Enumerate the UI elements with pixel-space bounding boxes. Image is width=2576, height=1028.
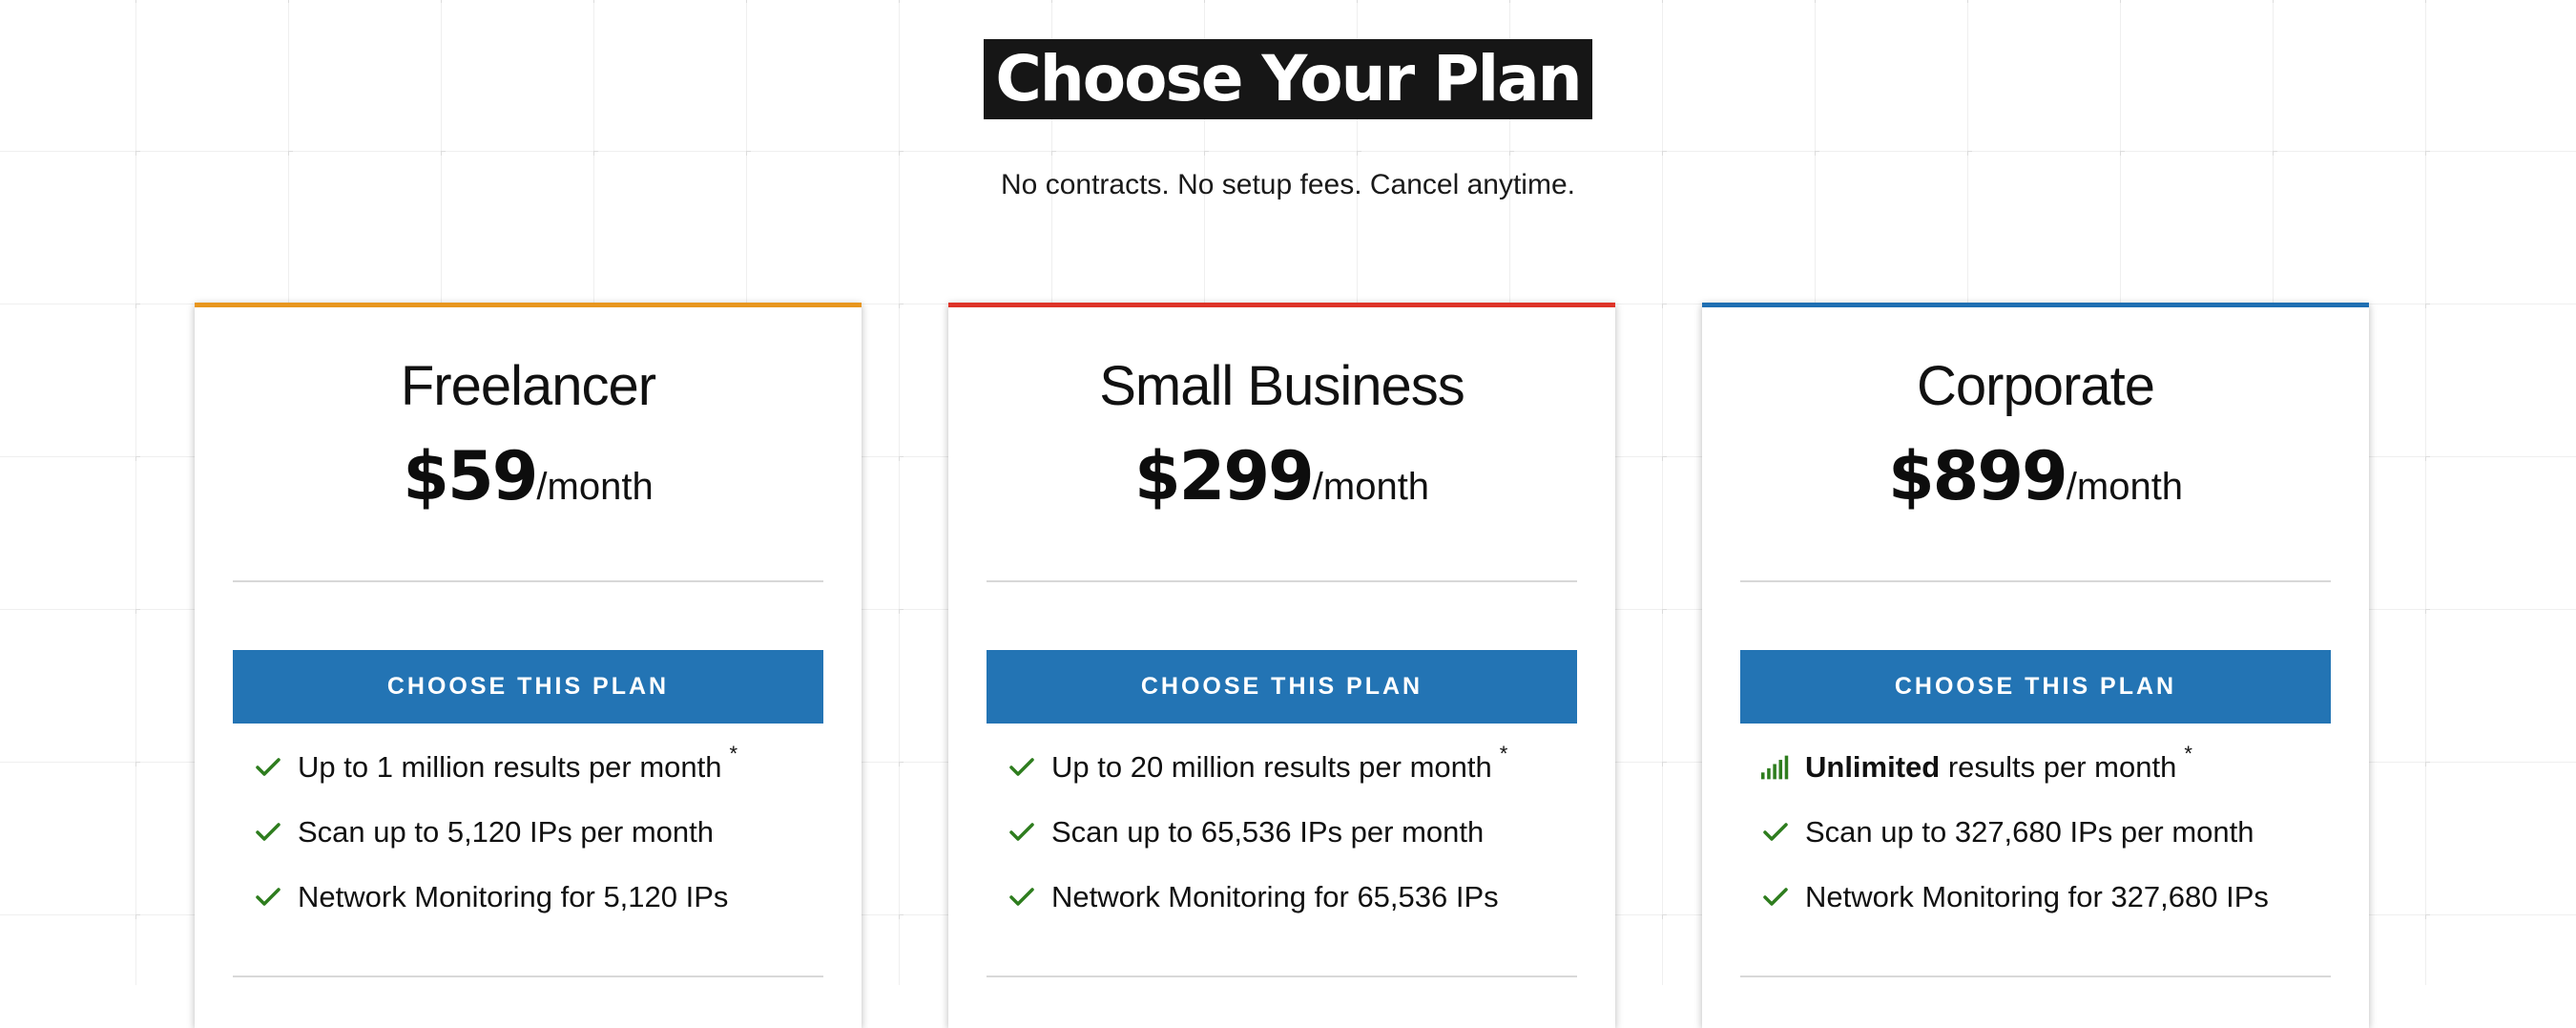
pricing-cards: Freelancer $59/month CHOOSE THIS PLAN Up… <box>0 0 2576 1028</box>
feature-item: Scan up to 5,120 IPs per month <box>254 800 826 865</box>
plan-card-small-business: Small Business $299/month CHOOSE THIS PL… <box>948 303 1615 1028</box>
check-icon <box>1008 753 1036 782</box>
price-period: /month <box>2066 466 2184 508</box>
check-icon <box>1761 818 1790 847</box>
plan-card-freelancer: Freelancer $59/month CHOOSE THIS PLAN Up… <box>195 303 862 1028</box>
price-period: /month <box>1312 466 1430 508</box>
check-icon <box>254 883 282 912</box>
feature-item: Network Monitoring for 65,536 IPs <box>1008 865 1580 930</box>
feature-text: Network Monitoring for 65,536 IPs <box>1051 880 1499 913</box>
feature-item: Up to 20 million results per month * <box>1008 735 1580 800</box>
feature-text: Scan up to 5,120 IPs per month <box>298 815 714 849</box>
footnote-marker: * <box>1499 742 1508 766</box>
choose-plan-button-corporate[interactable]: CHOOSE THIS PLAN <box>1740 650 2331 724</box>
feature-item: Network Monitoring for 5,120 IPs <box>254 865 826 930</box>
choose-plan-button-freelancer[interactable]: CHOOSE THIS PLAN <box>233 650 823 724</box>
feature-item: Scan up to 65,536 IPs per month <box>1008 800 1580 865</box>
signal-bars-icon <box>1761 753 1790 782</box>
feature-text: Up to 1 million results per month <box>298 750 722 784</box>
plan-name: Small Business <box>1099 355 1465 417</box>
feature-item: Network Monitoring for 327,680 IPs <box>1761 865 2334 930</box>
feature-text: Up to 20 million results per month <box>1051 750 1492 784</box>
feature-text: Scan up to 65,536 IPs per month <box>1051 815 1485 849</box>
price-amount: $299 <box>1133 437 1315 515</box>
feature-list: Unlimited results per month * Scan up to… <box>1761 735 2334 930</box>
feature-item: Unlimited results per month * <box>1761 735 2334 800</box>
feature-item: Scan up to 327,680 IPs per month <box>1761 800 2334 865</box>
plan-price: $899/month <box>1702 437 2369 515</box>
check-icon <box>1008 818 1036 847</box>
divider <box>987 580 1577 582</box>
check-icon <box>1761 883 1790 912</box>
footnote-marker: * <box>729 742 738 766</box>
feature-list: Up to 1 million results per month * Scan… <box>254 735 826 930</box>
feature-item: Up to 1 million results per month * <box>254 735 826 800</box>
check-icon <box>254 753 282 782</box>
price-amount: $899 <box>1887 437 2068 515</box>
choose-plan-button-small-business[interactable]: CHOOSE THIS PLAN <box>987 650 1577 724</box>
plan-name: Freelancer <box>400 355 656 417</box>
divider <box>987 976 1577 977</box>
feature-text: Network Monitoring for 5,120 IPs <box>298 880 729 913</box>
feature-text: results per month <box>1940 750 2177 784</box>
plan-name: Corporate <box>1917 355 2155 417</box>
feature-highlight: Unlimited <box>1805 750 1941 784</box>
check-icon <box>254 818 282 847</box>
price-period: /month <box>536 466 654 508</box>
plan-card-corporate: Corporate $899/month CHOOSE THIS PLAN Un… <box>1702 303 2369 1028</box>
divider <box>233 580 823 582</box>
divider <box>1740 580 2331 582</box>
divider <box>1740 976 2331 977</box>
plan-price: $59/month <box>195 437 862 515</box>
plan-price: $299/month <box>948 437 1615 515</box>
check-icon <box>1008 883 1036 912</box>
footnote-marker: * <box>2184 742 2192 766</box>
divider <box>233 976 823 977</box>
feature-list: Up to 20 million results per month * Sca… <box>1008 735 1580 930</box>
feature-text: Scan up to 327,680 IPs per month <box>1805 815 2254 849</box>
price-amount: $59 <box>403 437 538 515</box>
feature-text: Network Monitoring for 327,680 IPs <box>1805 880 2269 913</box>
